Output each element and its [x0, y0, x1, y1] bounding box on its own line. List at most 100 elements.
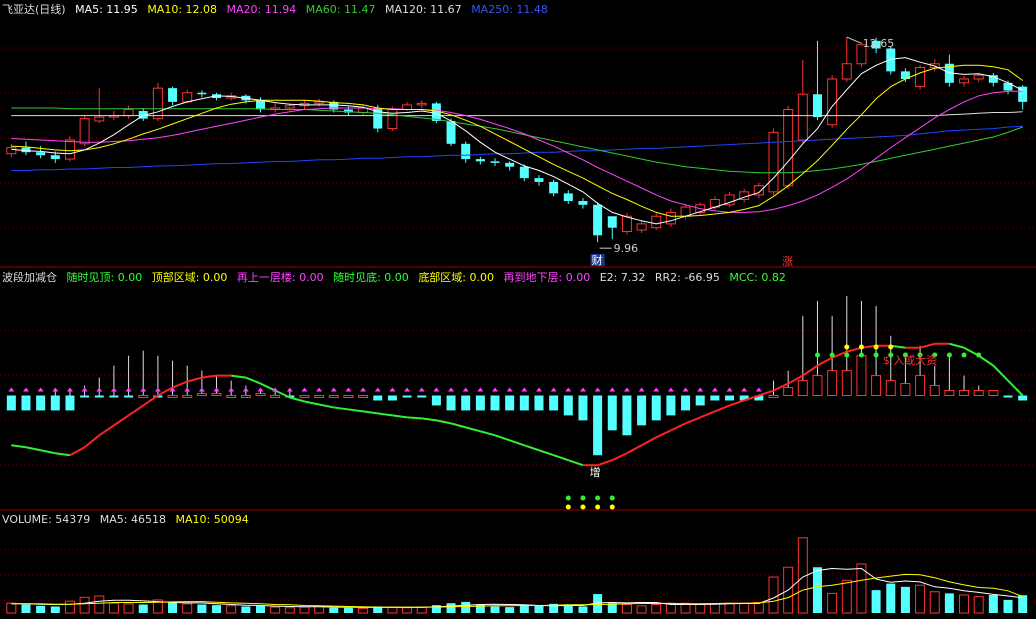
ind-marker: [404, 387, 411, 392]
ind-marker: [389, 387, 396, 392]
ind-bar-down: [431, 395, 441, 406]
ind-bar-down: [519, 395, 529, 411]
volume-bar-up: [108, 602, 119, 614]
ind-marker: [623, 387, 630, 392]
ind-label-2: 再上一层楼: 0.00: [236, 271, 324, 284]
candle-body-down: [446, 120, 456, 144]
ind-bar-up: [915, 375, 926, 397]
volume-bar-down: [212, 605, 222, 613]
ind-marker: [609, 387, 616, 392]
mcc-segment: [450, 422, 466, 429]
volume-bar-down: [50, 606, 60, 613]
volume-bar-up: [123, 603, 134, 614]
ind-bar-down: [94, 395, 104, 398]
mcc-segment: [655, 429, 672, 439]
mcc-segment: [699, 410, 716, 419]
stock-chart[interactable]: 12.65 9.96 财 涨增 $ 入或大资 飞亚达(日线) MA5: 11.95 MA…: [0, 0, 1036, 615]
ind-marker: [697, 387, 704, 392]
ma120-label: MA120: 11.67: [384, 3, 462, 16]
ind-marker: [550, 387, 557, 392]
ind-bar-up: [797, 380, 808, 396]
mcc-segment: [172, 380, 188, 389]
ma10-line: [11, 64, 1023, 217]
ind-marker: [711, 387, 718, 392]
ind-bar-down: [50, 395, 60, 411]
volume-bar-up: [387, 606, 398, 614]
bottom-signal-dot: [565, 504, 571, 510]
ma60-line: [11, 107, 1023, 174]
candle-body-down: [886, 48, 896, 72]
ind-marker: [198, 387, 205, 392]
volume-bar-down: [241, 606, 251, 613]
ind-bar-down: [36, 395, 46, 411]
candle-body-up: [314, 101, 325, 104]
ind-bar-down: [373, 395, 383, 401]
ma20-label: MA20: 11.94: [226, 3, 297, 16]
ind-label-6: E2: 7.32: [599, 271, 646, 284]
ind-bar-down: [124, 395, 134, 398]
candle-body-up: [959, 78, 970, 84]
ind-bar-up: [270, 395, 281, 398]
ind-bar-down: [1003, 395, 1013, 398]
ind-marker: [37, 387, 44, 392]
volume-bar-up: [709, 603, 720, 614]
ind-marker: [140, 387, 147, 392]
volume-bar-down: [944, 593, 954, 613]
volume-bar-up: [226, 605, 237, 614]
volume-bar-down: [138, 604, 148, 613]
mcc-segment: [260, 382, 276, 392]
volume-bar-up: [94, 595, 105, 614]
volume-bar-up: [79, 596, 90, 614]
mcc-segment: [289, 396, 305, 403]
ind-bar-up: [358, 395, 369, 398]
mcc-segment: [25, 446, 41, 452]
volume-bar-up: [314, 605, 325, 614]
ind-bar-up: [240, 395, 251, 398]
volume-bar-down: [446, 603, 456, 613]
volume-bar-up: [402, 607, 413, 614]
mcc-segment: [992, 364, 1009, 382]
ma250-label: MA250: 11.48: [471, 3, 548, 16]
candle-body-up: [94, 116, 105, 122]
candle-body-up: [915, 67, 926, 88]
ind-label-7: RR2: -66.95: [654, 271, 720, 284]
mcc-segment: [509, 439, 525, 447]
ind-marker: [257, 387, 264, 392]
mcc-segment: [304, 400, 320, 406]
ind-marker: [492, 387, 499, 392]
top-signal-dot: [946, 352, 952, 358]
ind-marker: [360, 387, 367, 392]
volume-bar-up: [959, 594, 970, 614]
top-signal-dot: [873, 352, 879, 358]
ind-bar-up: [885, 380, 896, 396]
ind-bar-down: [534, 395, 544, 411]
ind-bar-up: [841, 370, 852, 397]
high-pointer: [846, 36, 861, 44]
ind-label-3: 随时见底: 0.00: [333, 271, 409, 284]
ind-bar-down: [607, 395, 617, 431]
top-signal-dot: [814, 352, 820, 358]
ind-marker: [125, 387, 132, 392]
ind-bar-down: [725, 395, 735, 401]
ind-marker: [52, 387, 59, 392]
ind-bar-up: [299, 395, 310, 398]
top-signal-dot: [858, 344, 864, 350]
ind-bar-up: [768, 395, 779, 398]
ind-bar-up: [827, 370, 838, 397]
bottom-signal-dot: [565, 495, 571, 501]
volume-bar-down: [256, 605, 265, 613]
low-price-label: 9.96: [614, 242, 639, 255]
mcc-segment: [919, 342, 935, 349]
vol-ma10-line: [11, 573, 1023, 608]
ind-bar-up: [959, 390, 970, 397]
vol-ma10-label: MA10: 50094: [175, 513, 249, 526]
high-price-label: 12.65: [863, 37, 895, 50]
ind-marker: [462, 387, 469, 392]
ma120-line: [11, 111, 1023, 117]
ind-label-1: 顶部区域: 0.00: [151, 271, 228, 284]
candle-body-up: [768, 131, 779, 193]
ind-marker: [521, 387, 528, 392]
mcc-segment: [597, 459, 613, 467]
volume-bar-down: [563, 605, 573, 613]
ind-bar-down: [710, 395, 720, 401]
